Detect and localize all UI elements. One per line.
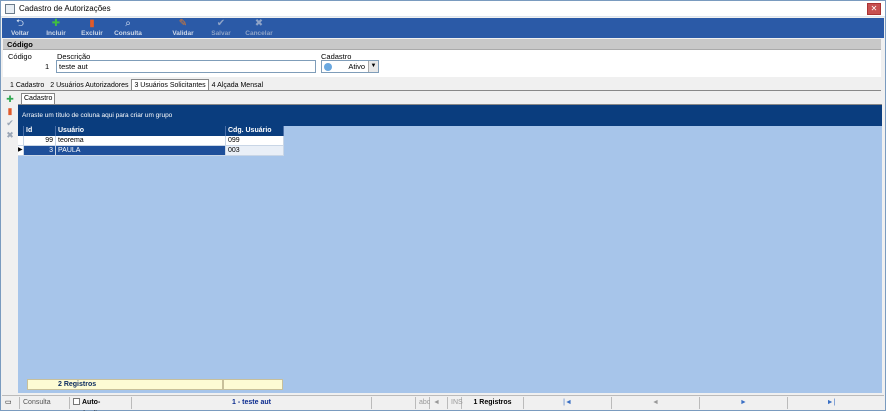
grid-area: Arraste um título de coluna aqui para cr… [18,105,882,393]
main-window: Cadastro de Autorizações ✕ ⮌ Voltar ✚ Inclu… [0,0,886,411]
consulta-label: Consulta [114,30,142,37]
auto-inclusao-checkbox[interactable]: Auto-Inclusão [70,396,132,411]
table-row-selected[interactable]: ▶ 3 PAULA 003 [18,146,284,156]
cell-usuario: teorema [56,136,226,146]
validate-icon: ✎ [178,18,188,29]
status-bar: ▭ Consulta Auto-Inclusão 1 - teste aut a… [2,395,884,411]
footer-summary-cell [223,379,283,390]
toolbar: ⮌ Voltar ✚ Incluir ▮ Excluir ⌕ Consulta ✎ Validar… [2,18,884,38]
salvar-label: Salvar [211,30,231,37]
excluir-label: Excluir [81,30,103,37]
nav-next-button[interactable]: ► [700,396,788,409]
incluir-button[interactable]: ✚ Incluir [38,18,74,38]
cell-cdg-usuario: 099 [226,136,284,146]
cadastro-status-select[interactable]: Ativo ▼ [321,60,379,73]
tab-usuarios-solicitantes[interactable]: 3 Usuários Solicitantes [131,79,209,90]
salvar-button[interactable]: ✔ Salvar [202,18,240,38]
column-header-usuario[interactable]: Usuário [56,126,226,136]
excluir-button[interactable]: ▮ Excluir [74,18,110,38]
description-input[interactable]: teste aut [56,60,316,73]
record-count-footer: 2 Registros [27,379,223,390]
checkbox-icon[interactable] [73,398,80,406]
validar-label: Validar [172,30,194,37]
group-by-panel[interactable]: Arraste um título de coluna aqui para cr… [18,105,882,126]
cell-id: 99 [24,136,56,146]
column-header-id[interactable]: Id [24,126,56,136]
title-bar: Cadastro de Autorizações ✕ [1,1,885,17]
window-title: Cadastro de Autorizações [19,4,111,13]
tab-usuarios-autorizadores[interactable]: 2 Usuários Autorizadores [47,79,131,90]
status-ins: INS [448,396,463,409]
undo-icon: ⮌ [15,18,25,29]
incluir-label: Incluir [46,30,66,37]
search-icon: ⌕ [125,18,131,29]
plus-icon: ✚ [51,18,61,29]
inner-tab-cadastro[interactable]: Cadastro [21,93,56,104]
nav-prev-button[interactable]: ◄ [612,396,700,409]
check-icon[interactable]: ✔ [4,118,16,128]
nav-last-button[interactable]: ►| [788,397,874,409]
voltar-label: Voltar [11,30,29,37]
status-abc: abc [416,396,430,409]
cell-id: 3 [24,146,56,156]
app-icon [5,3,15,14]
cancelar-label: Cancelar [245,30,273,37]
table-row[interactable]: 99 teorema 099 [18,136,284,146]
nav-first-button[interactable]: |◄ [524,396,612,409]
tab-cadastro[interactable]: 1 Cadastro [7,79,47,90]
form-area: Código 1 Descrição teste aut Cadastro At… [3,50,881,77]
cancel-icon: ✖ [254,18,264,29]
status-dot-icon [324,62,332,71]
cell-usuario: PAULA [56,146,226,156]
section-header-codigo: Código [3,39,881,50]
consulta-button[interactable]: ⌕ Consulta [110,18,146,38]
delete-icon: ▮ [89,18,95,29]
close-button[interactable]: ✕ [867,3,881,15]
status-arrows: ◄ ► [430,396,448,411]
status-spacer [372,396,416,409]
status-current-record: 1 - teste aut [132,396,372,409]
cancel-icon[interactable]: ✖ [4,130,16,140]
grid-header: Id Usuário Cdg. Usuário [18,126,284,136]
tabs-divider [3,90,881,91]
status-mode: Consulta [20,396,70,409]
tab-alcada-mensal[interactable]: 4 Alçada Mensal [209,79,266,90]
cadastro-status-value: Ativo [348,62,365,71]
validar-button[interactable]: ✎ Validar [164,18,202,38]
delete-icon[interactable]: ▮ [4,106,16,116]
chevron-down-icon[interactable]: ▼ [368,61,378,72]
code-value: 1 [45,62,50,71]
main-tabs: 1 Cadastro 2 Usuários Autorizadores 3 Us… [7,79,266,90]
data-grid: Id Usuário Cdg. Usuário 99 teorema 099 ▶… [18,126,284,156]
voltar-button[interactable]: ⮌ Voltar [2,18,38,38]
code-label: Código [8,52,32,61]
left-action-strip: ✚ ▮ ✔ ✖ [3,92,17,393]
status-record-count: 1 Registros [462,396,524,409]
keyboard-icon: ▭ [2,396,20,409]
check-icon: ✔ [216,18,226,29]
cancelar-button[interactable]: ✖ Cancelar [240,18,278,38]
cell-cdg-usuario[interactable]: 003 [226,146,284,156]
add-icon[interactable]: ✚ [4,94,16,104]
column-header-cdg-usuario[interactable]: Cdg. Usuário [226,126,284,136]
